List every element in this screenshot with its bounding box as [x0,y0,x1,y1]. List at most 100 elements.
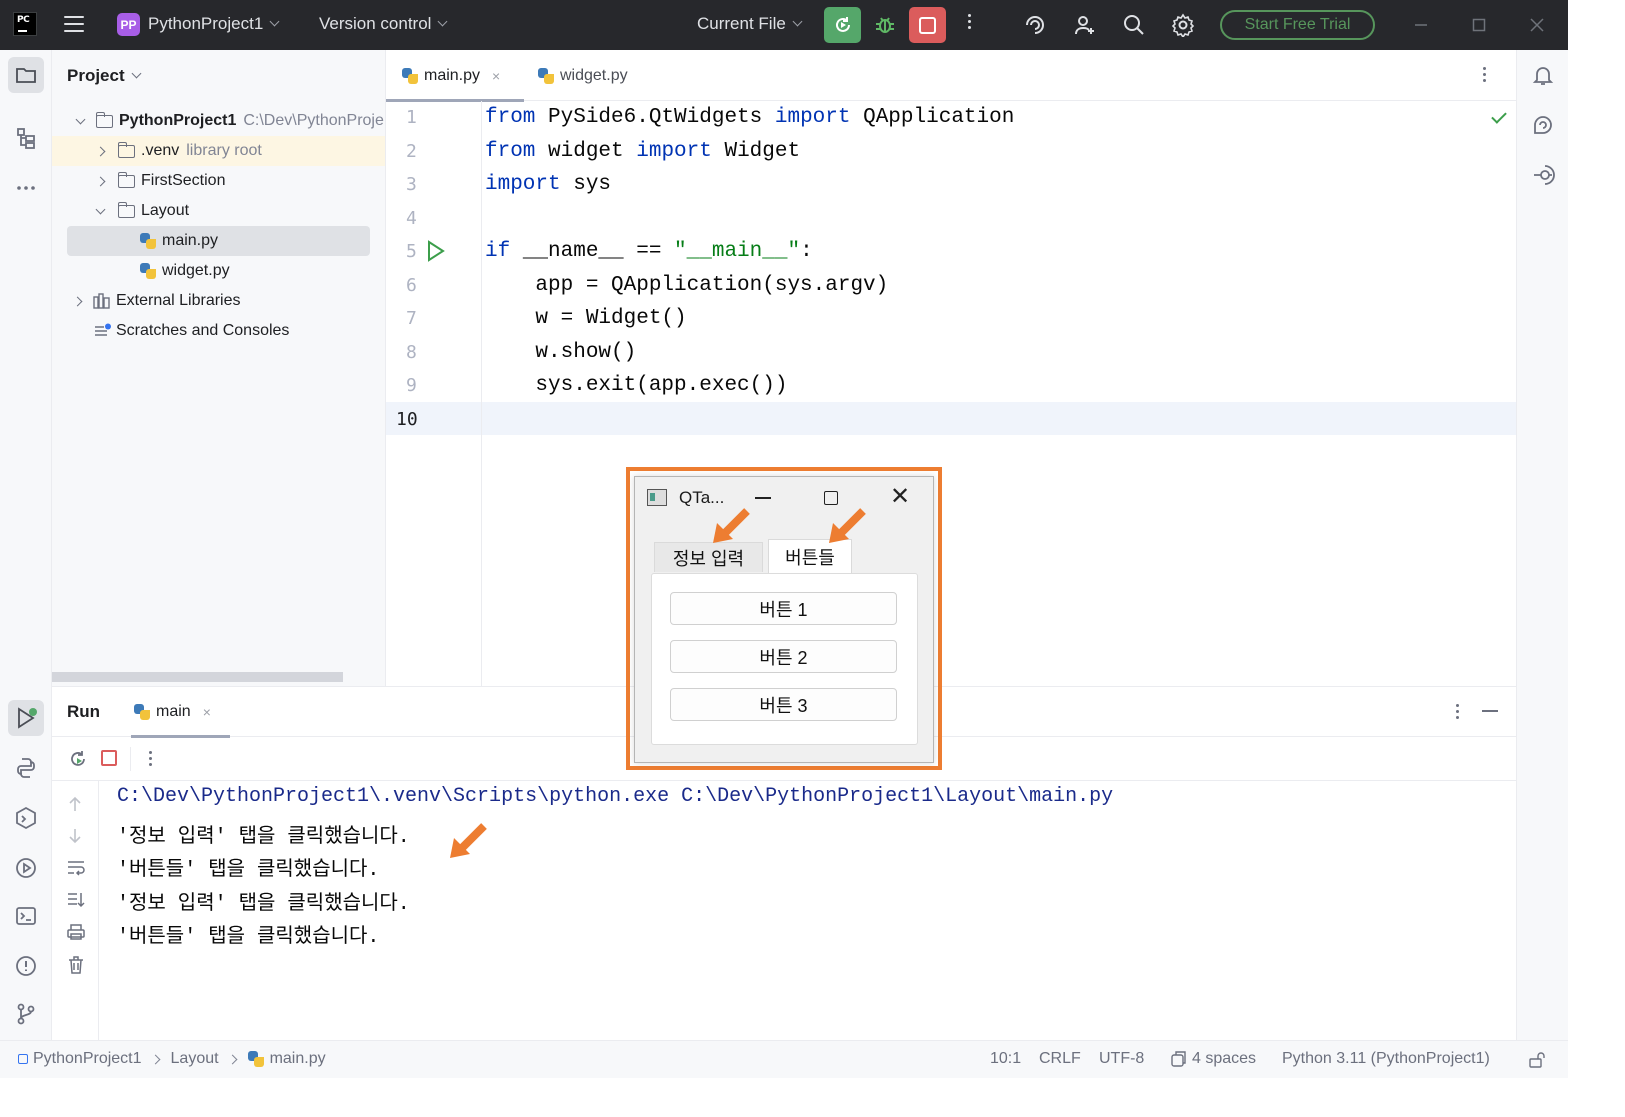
breadcrumb-item[interactable]: PythonProject1 [33,1050,142,1068]
terminal-icon[interactable] [8,898,44,934]
scroll-to-end-icon[interactable] [66,891,86,909]
qt-maximize-icon[interactable] [824,491,838,505]
caret-position[interactable]: 10:1 [990,1050,1021,1068]
project-view-icon[interactable] [8,57,44,93]
qt-button-3[interactable]: 버튼 3 [670,688,897,721]
python-console-icon[interactable] [8,800,44,836]
rerun-icon[interactable] [67,748,89,770]
line-separator[interactable]: CRLF [1039,1050,1081,1068]
python-interpreter[interactable]: Python 3.11 (PythonProject1) [1282,1050,1490,1068]
collapse-arrow-icon[interactable] [95,176,106,186]
code-line-8[interactable]: w.show() [485,336,636,370]
print-icon[interactable] [66,923,86,941]
hide-panel-icon[interactable] [1482,710,1498,712]
tree-item-scratches[interactable]: Scratches and Consoles [52,316,385,346]
more-actions-icon[interactable] [959,14,979,29]
version-control-menu[interactable]: Version control [319,14,448,34]
horizontal-scrollbar[interactable] [52,672,343,682]
tree-item-project-root[interactable]: PythonProject1 C:\Dev\PythonProje [52,106,385,136]
qt-tab-info-input[interactable]: 정보 입력 [654,542,763,572]
editor-more-icon[interactable] [1483,67,1486,82]
expand-arrow-icon[interactable] [75,114,86,124]
tree-item-firstsection[interactable]: FirstSection [52,166,385,196]
close-tab-icon[interactable]: × [203,704,211,720]
ai-chat-icon[interactable] [1525,107,1561,143]
problems-icon[interactable] [8,948,44,984]
annotation-arrow-icon [829,508,866,543]
debug-button[interactable] [870,10,900,40]
run-config-selector[interactable]: Current File [697,14,803,34]
rerun-icon [835,17,850,32]
tree-item-external-libraries[interactable]: External Libraries [52,286,385,316]
code-line-9[interactable]: sys.exit(app.exec()) [485,369,787,403]
run-tool-icon[interactable] [8,700,44,736]
status-bar: PythonProject1 Layout main.py 10:1 CRLF … [0,1040,1568,1078]
close-tab-icon[interactable]: × [492,68,500,84]
tree-item-widget-py[interactable]: widget.py [52,256,385,286]
commit-icon[interactable] [1525,157,1561,193]
indent-setting[interactable]: 4 spaces [1170,1050,1256,1068]
collapse-arrow-icon[interactable] [72,296,83,306]
project-switcher[interactable]: PythonProject1 [148,14,280,34]
services-icon[interactable] [8,850,44,886]
run-tab-main[interactable]: main × [131,687,230,738]
code-line-1[interactable]: from PySide6.QtWidgets import QApplicati… [485,101,1014,135]
code-line-2[interactable]: from widget import Widget [485,135,800,169]
code-line-5[interactable]: if __name__ == "__main__": [485,235,813,269]
run-gutter-icon[interactable] [426,240,446,262]
project-badge[interactable]: PP [117,13,140,36]
qt-minimize-icon[interactable] [755,497,771,499]
run-more-icon[interactable] [1456,704,1459,719]
close-window-icon[interactable] [1522,10,1552,40]
qt-button-1[interactable]: 버튼 1 [670,592,897,625]
ai-assistant-icon[interactable] [1020,10,1050,40]
rerun-button[interactable] [824,7,861,43]
main-menu-icon[interactable] [64,14,84,34]
qt-button-2[interactable]: 버튼 2 [670,640,897,673]
no-problems-check-icon[interactable] [1491,108,1507,124]
stop-icon[interactable] [101,750,117,766]
trash-icon[interactable] [66,955,86,975]
start-free-trial-button[interactable]: Start Free Trial [1220,10,1375,40]
code-line-7[interactable]: w = Widget() [485,302,686,336]
search-icon[interactable] [1119,10,1149,40]
settings-gear-icon[interactable] [1168,10,1198,40]
code-line-6[interactable]: app = QApplication(sys.argv) [485,269,888,303]
more-tools-icon[interactable] [8,170,44,206]
notifications-bell-icon[interactable] [1525,57,1561,93]
project-panel-header[interactable]: Project [67,66,142,86]
scratches-icon [95,323,111,336]
soft-wrap-icon[interactable] [66,859,86,877]
arrow-up-icon[interactable] [66,795,84,813]
structure-icon[interactable] [8,120,44,156]
arrow-down-icon[interactable] [66,827,84,845]
breadcrumb-item[interactable]: main.py [270,1050,326,1068]
file-encoding[interactable]: UTF-8 [1099,1050,1144,1068]
maximize-window-icon[interactable] [1464,10,1494,40]
expand-arrow-icon[interactable] [95,204,106,214]
git-branch-icon[interactable] [8,996,44,1032]
tree-item-layout[interactable]: Layout [52,196,385,226]
tab-main-py[interactable]: main.py × [386,50,524,102]
breadcrumb-item[interactable]: Layout [171,1050,219,1068]
chevron-right-icon [150,1054,160,1064]
stop-button[interactable] [909,7,946,43]
qt-title-bar[interactable]: QTa... ✕ [635,477,933,519]
qt-close-icon[interactable]: ✕ [890,484,910,510]
folder-icon [95,111,113,128]
tab-widget-py[interactable]: widget.py [538,50,628,101]
add-user-icon[interactable] [1070,10,1100,40]
run-tab-label: main [156,703,191,720]
tree-item-main-py[interactable]: main.py [67,226,370,256]
title-bar: PC PP PythonProject1 Version control Cur… [0,0,1568,50]
tree-item-venv[interactable]: .venv library root [52,136,385,166]
read-only-lock-icon[interactable] [1528,1051,1546,1069]
minimize-window-icon[interactable] [1406,10,1436,40]
tab-label: main.py [424,66,481,84]
collapse-arrow-icon[interactable] [95,146,106,156]
pycharm-logo-icon[interactable]: PC [13,12,37,36]
code-line-3[interactable]: import sys [485,168,611,202]
run-toolbar-more-icon[interactable] [149,751,152,766]
python-packages-icon[interactable] [8,750,44,786]
indent-icon [1171,1051,1186,1067]
